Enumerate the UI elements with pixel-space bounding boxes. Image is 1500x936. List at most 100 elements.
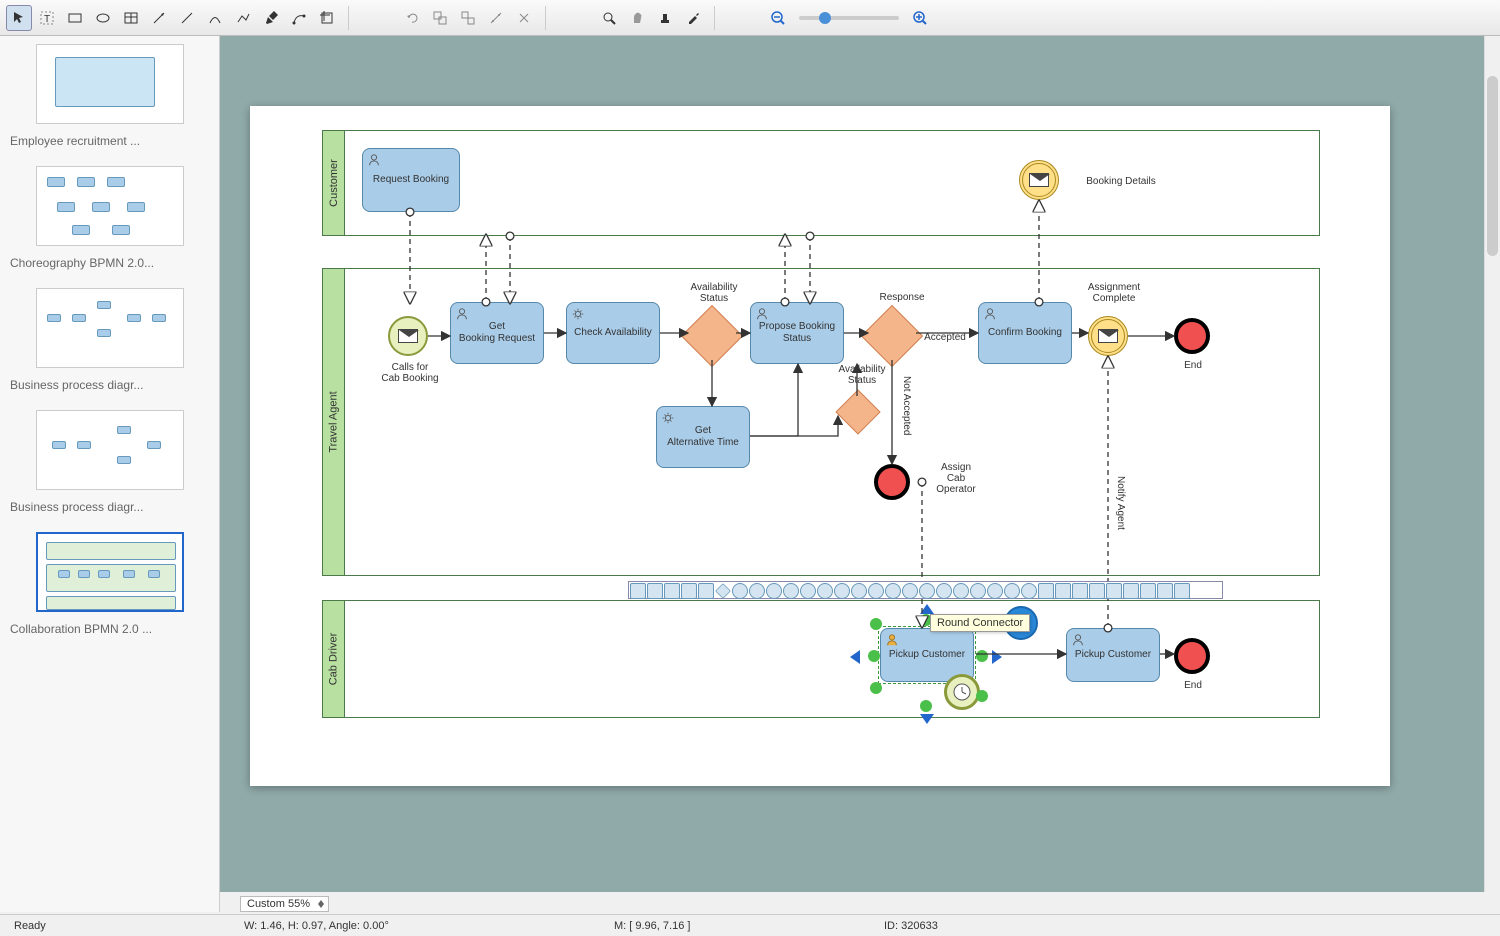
task-get-alt[interactable]: Get Alternative Time — [656, 406, 750, 468]
shape-option[interactable] — [970, 583, 986, 599]
zoom-out-button[interactable] — [765, 5, 791, 31]
connector-tool[interactable] — [146, 5, 172, 31]
tooltip: Round Connector — [930, 614, 1030, 632]
shape-option[interactable] — [1089, 583, 1105, 599]
table-tool[interactable] — [118, 5, 144, 31]
shape-option[interactable] — [766, 583, 782, 599]
line-tool[interactable] — [174, 5, 200, 31]
vertical-scrollbar[interactable] — [1484, 36, 1500, 892]
event-end-driver[interactable] — [1174, 638, 1210, 674]
status-id: ID: 320633 — [870, 920, 952, 932]
shape-option[interactable] — [1038, 583, 1054, 599]
shape-option[interactable] — [800, 583, 816, 599]
canvas-area[interactable]: Customer Request Booking Booking Details… — [220, 36, 1500, 892]
label-calls-for: Calls for Cab Booking — [376, 362, 444, 384]
task-confirm-booking[interactable]: Confirm Booking — [978, 302, 1072, 364]
label-accepted: Accepted — [920, 332, 970, 343]
event-assign-complete[interactable] — [1088, 316, 1128, 356]
shape-option[interactable] — [647, 583, 663, 599]
user-icon — [367, 153, 381, 167]
shape-option[interactable] — [987, 583, 1003, 599]
shape-option[interactable] — [664, 583, 680, 599]
zoom-area-tool[interactable] — [596, 5, 622, 31]
user-icon — [455, 307, 469, 321]
task-propose-status[interactable]: Propose Booking Status — [750, 302, 844, 364]
pan-tool[interactable] — [624, 5, 650, 31]
zoom-select[interactable]: Custom 55% — [240, 896, 329, 912]
pen-tool[interactable] — [258, 5, 284, 31]
page-thumb-0[interactable]: Employee recruitment ... — [10, 44, 209, 156]
ungroup-tool[interactable] — [455, 5, 481, 31]
page-thumb-4[interactable]: Collaboration BPMN 2.0 ... — [10, 532, 209, 644]
main-toolbar: T — [0, 0, 1500, 36]
event-start-calls[interactable] — [388, 316, 428, 356]
label-avail-status: Availability Status — [678, 282, 750, 304]
pool-customer[interactable]: Customer — [322, 130, 1320, 236]
shape-option[interactable] — [783, 583, 799, 599]
align-tool[interactable] — [483, 5, 509, 31]
task-get-request[interactable]: Get Booking Request — [450, 302, 544, 364]
shape-option[interactable] — [1174, 583, 1190, 599]
shape-option[interactable] — [936, 583, 952, 599]
shape-option[interactable] — [1106, 583, 1122, 599]
shape-option[interactable] — [1140, 583, 1156, 599]
svg-text:T: T — [44, 14, 50, 25]
shape-option[interactable] — [1123, 583, 1139, 599]
shape-option[interactable] — [749, 583, 765, 599]
group-tool[interactable] — [427, 5, 453, 31]
event-end-notaccepted[interactable] — [874, 464, 910, 500]
shape-option[interactable] — [851, 583, 867, 599]
eyedrop-tool[interactable] — [680, 5, 706, 31]
distribute-tool[interactable] — [511, 5, 537, 31]
shape-option[interactable] — [817, 583, 833, 599]
shape-option[interactable] — [681, 583, 697, 599]
shape-option[interactable] — [868, 583, 884, 599]
shape-option[interactable] — [1157, 583, 1173, 599]
event-end-agent[interactable] — [1174, 318, 1210, 354]
stamp-tool[interactable] — [652, 5, 678, 31]
event-timer-boundary[interactable] — [944, 674, 980, 710]
diagram-page[interactable]: Customer Request Booking Booking Details… — [250, 106, 1390, 786]
shape-option[interactable] — [1021, 583, 1037, 599]
pages-sidebar[interactable]: Employee recruitment ... Choreography BP… — [0, 36, 220, 912]
event-booking-details[interactable] — [1019, 160, 1059, 200]
zoom-slider[interactable] — [799, 16, 899, 20]
task-pickup-2[interactable]: Pickup Customer — [1066, 628, 1160, 682]
shape-option[interactable] — [732, 583, 748, 599]
pool-cab-driver[interactable]: Cab Driver — [322, 600, 1320, 718]
reshape-tool[interactable] — [286, 5, 312, 31]
zoom-in-button[interactable] — [907, 5, 933, 31]
shape-option[interactable] — [1072, 583, 1088, 599]
gear-icon — [661, 411, 675, 425]
lane-label-agent: Travel Agent — [328, 391, 340, 452]
shape-option[interactable] — [1004, 583, 1020, 599]
page-thumb-2[interactable]: Business process diagr... — [10, 288, 209, 400]
text-tool[interactable]: T — [34, 5, 60, 31]
task-check-avail[interactable]: Check Availability — [566, 302, 660, 364]
page-thumb-3[interactable]: Business process diagr... — [10, 410, 209, 522]
shape-option[interactable] — [715, 583, 731, 599]
undo-tool[interactable] — [399, 5, 425, 31]
rect-tool[interactable] — [62, 5, 88, 31]
shape-option[interactable] — [885, 583, 901, 599]
page-thumb-1[interactable]: Choreography BPMN 2.0... — [10, 166, 209, 278]
user-icon — [755, 307, 769, 321]
shape-option[interactable] — [902, 583, 918, 599]
shape-option[interactable] — [1055, 583, 1071, 599]
pointer-tool[interactable] — [6, 5, 32, 31]
smart-shape-bar[interactable] — [628, 581, 1223, 599]
envelope-icon — [398, 329, 418, 343]
shape-option[interactable] — [834, 583, 850, 599]
label-booking-details: Booking Details — [1076, 176, 1166, 187]
shape-option[interactable] — [953, 583, 969, 599]
shape-option[interactable] — [919, 583, 935, 599]
shape-option[interactable] — [630, 583, 646, 599]
label-end2: End — [1178, 680, 1208, 691]
task-request-booking[interactable]: Request Booking — [362, 148, 460, 212]
segment-tool[interactable] — [230, 5, 256, 31]
shape-option[interactable] — [698, 583, 714, 599]
curve-tool[interactable] — [202, 5, 228, 31]
ellipse-tool[interactable] — [90, 5, 116, 31]
label-response: Response — [872, 292, 932, 303]
crop-tool[interactable] — [314, 5, 340, 31]
